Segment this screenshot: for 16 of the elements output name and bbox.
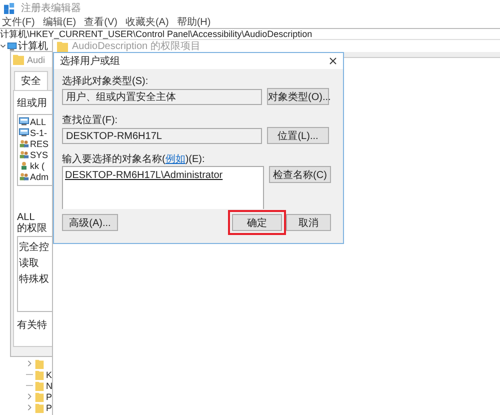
object-type-field: 用户、组或内置安全主体 [62,88,262,104]
field-label: 组或用 [17,96,47,110]
note-text: 有关特 [17,318,47,332]
permission-name: 读取 [19,256,39,270]
permission-name: 完全控 [19,240,49,254]
location-field: DESKTOP-RM6H17L [62,128,262,144]
field-label: 查找位置(F): [62,114,119,125]
window-title: AudioDescription 的权限项目 [72,40,200,53]
dialog-title: 选择用户或组 [60,54,120,68]
field-label: 的权限 [17,223,47,234]
field-label: ALL [17,212,35,223]
field-label: 输入要选择的对象名称(例如)(E): [62,152,206,164]
permission-name: 特殊权 [19,272,49,286]
field-label: 选择此对象类型(S): [62,74,150,86]
window-title: 注册表编辑器 [21,2,81,15]
window-title: Audi [27,54,46,64]
